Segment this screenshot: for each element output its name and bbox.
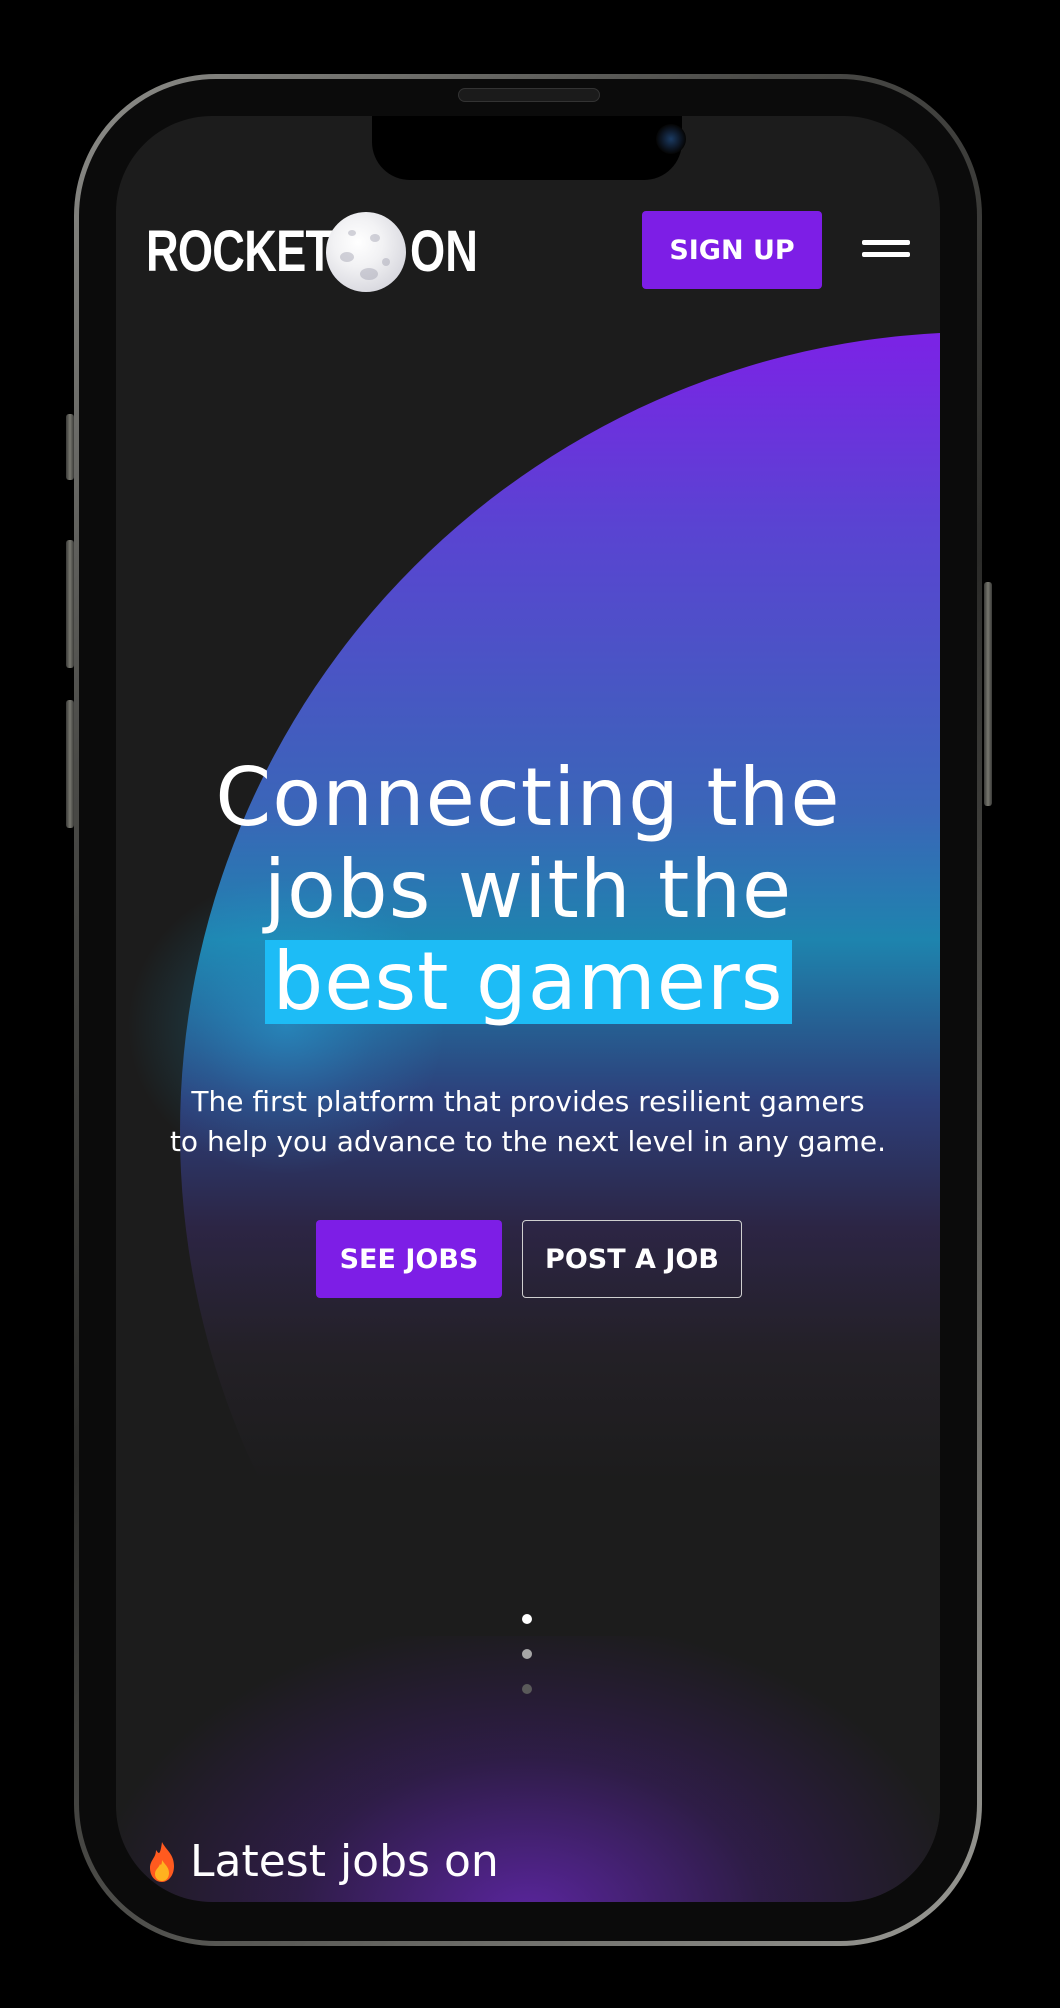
- volume-down-button: [66, 700, 74, 828]
- hero-title: Connecting the jobs with the best gamers: [116, 752, 940, 1028]
- post-a-job-button[interactable]: POST A JOB: [522, 1220, 742, 1298]
- carousel-dot-3[interactable]: [522, 1684, 532, 1694]
- screen: ROCKET M ON SIGN UP Connecting the jobs …: [116, 116, 940, 1902]
- moon-icon: [326, 212, 406, 292]
- hero-title-highlight: best gamers: [264, 940, 792, 1024]
- hamburger-menu-icon[interactable]: [862, 238, 910, 262]
- latest-jobs-heading: Latest jobs on: [144, 1834, 499, 1890]
- sign-up-button[interactable]: SIGN UP: [642, 211, 822, 289]
- latest-jobs-text: Latest jobs on: [190, 1836, 499, 1887]
- hero-subtitle: The first platform that provides resilie…: [116, 1082, 940, 1162]
- hero-title-line-2: jobs with the: [263, 843, 793, 936]
- volume-up-button: [66, 540, 74, 668]
- hero-subtitle-line-2: to help you advance to the next level in…: [169, 1125, 887, 1158]
- carousel-dot-1[interactable]: [522, 1614, 532, 1624]
- silent-switch: [66, 414, 74, 480]
- notch: [372, 116, 686, 180]
- logo-text-end: ON: [410, 219, 478, 284]
- see-jobs-button[interactable]: SEE JOBS: [316, 1220, 502, 1298]
- carousel-indicator: [518, 1614, 538, 1704]
- carousel-dot-2[interactable]: [522, 1649, 532, 1659]
- hero-subtitle-line-1: The first platform that provides resilie…: [191, 1085, 865, 1118]
- flame-icon: [150, 1842, 174, 1882]
- device-mockup: ROCKET M ON SIGN UP Connecting the jobs …: [0, 0, 1060, 2008]
- front-camera-icon: [656, 124, 686, 154]
- earpiece-speaker: [458, 88, 600, 102]
- hero-title-line-1: Connecting the: [215, 751, 841, 844]
- power-button: [984, 582, 992, 806]
